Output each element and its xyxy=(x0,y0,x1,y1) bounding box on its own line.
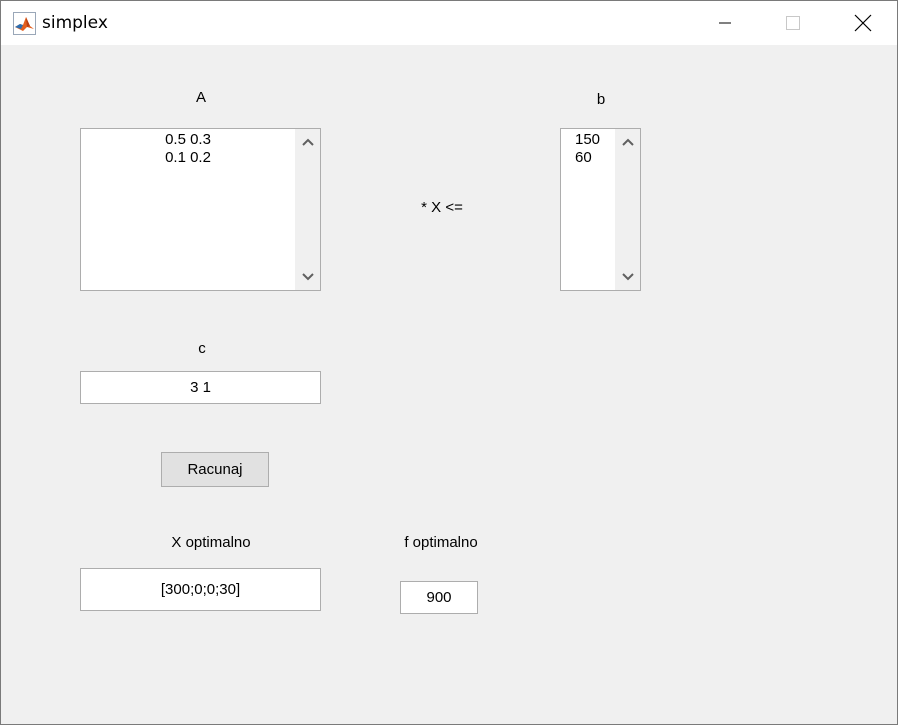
maximize-icon xyxy=(786,16,800,30)
matrix-a-scrollbar[interactable] xyxy=(295,129,320,290)
vector-b-listbox[interactable]: 150 60 xyxy=(560,128,641,291)
matrix-a-lines: 0.5 0.3 0.1 0.2 xyxy=(81,131,295,167)
scroll-down-button[interactable] xyxy=(295,266,320,288)
chevron-up-icon xyxy=(301,138,314,146)
list-item[interactable]: 60 xyxy=(575,149,600,167)
minimize-icon xyxy=(719,22,731,24)
chevron-up-icon xyxy=(621,138,634,146)
window-title: simplex xyxy=(42,13,108,33)
close-icon xyxy=(854,14,872,32)
matrix-a-listbox[interactable]: 0.5 0.3 0.1 0.2 xyxy=(80,128,321,291)
f-optimal-label: f optimalno xyxy=(404,534,478,551)
scroll-up-button[interactable] xyxy=(615,131,640,153)
matlab-icon xyxy=(13,12,36,35)
matrix-a-label: A xyxy=(195,89,206,106)
operator-label: * X <= xyxy=(421,199,463,216)
x-optimal-field[interactable]: [300;0;0;30] xyxy=(80,568,321,611)
chevron-down-icon xyxy=(621,273,634,281)
vector-c-field[interactable]: 3 1 xyxy=(80,371,321,404)
compute-button[interactable]: Racunaj xyxy=(161,452,269,487)
vector-b-lines: 150 60 xyxy=(575,131,600,167)
vector-c-label: c xyxy=(198,340,206,357)
x-optimal-label: X optimalno xyxy=(171,534,251,551)
vector-b-label: b xyxy=(596,91,606,108)
app-window: simplex A 0.5 0.3 0.1 0.2 * X <= b 150 6… xyxy=(0,0,898,725)
scroll-down-button[interactable] xyxy=(615,266,640,288)
minimize-button[interactable] xyxy=(691,1,759,45)
list-item[interactable]: 0.1 0.2 xyxy=(81,149,295,167)
title-bar: simplex xyxy=(1,1,897,45)
close-button[interactable] xyxy=(829,1,897,45)
scroll-up-button[interactable] xyxy=(295,131,320,153)
maximize-button[interactable] xyxy=(759,1,827,45)
list-item[interactable]: 150 xyxy=(575,131,600,149)
vector-b-scrollbar[interactable] xyxy=(615,129,640,290)
f-optimal-field[interactable]: 900 xyxy=(400,581,478,614)
list-item[interactable]: 0.5 0.3 xyxy=(81,131,295,149)
chevron-down-icon xyxy=(301,273,314,281)
